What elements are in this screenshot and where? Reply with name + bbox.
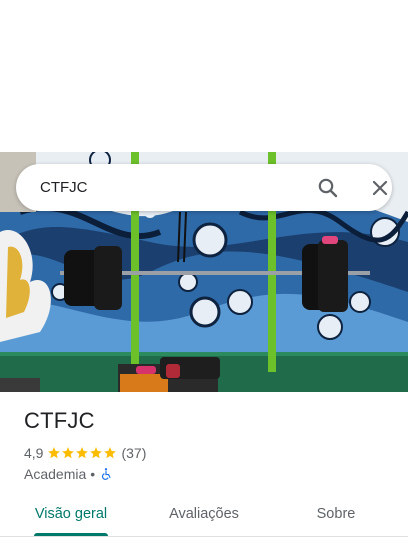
- star-icon: [62, 447, 75, 459]
- star-icon: [76, 447, 89, 459]
- tab-about[interactable]: Sobre: [312, 496, 360, 532]
- rating-value: 4,9: [24, 445, 44, 461]
- category-row: Academia •: [24, 465, 113, 483]
- wheelchair-accessible-icon: [102, 468, 111, 480]
- category-label: Academia: [24, 466, 87, 482]
- tab-overview[interactable]: Visão geral: [34, 496, 108, 532]
- star-rating: [47, 446, 117, 460]
- search-bar[interactable]: CTFJC: [16, 164, 392, 211]
- star-icon: [48, 447, 61, 459]
- star-icon: [104, 447, 117, 459]
- tabs-divider: [0, 536, 408, 537]
- rating-row[interactable]: 4,9 (37): [24, 444, 146, 462]
- place-tabs: Visão geral Avaliações Sobre: [0, 496, 408, 537]
- tab-reviews[interactable]: Avaliações: [164, 496, 244, 532]
- place-title: CTFJC: [24, 408, 95, 433]
- separator-dot: •: [90, 466, 96, 482]
- review-count: (37): [121, 445, 147, 461]
- search-input[interactable]: CTFJC: [40, 164, 88, 211]
- search-icon[interactable]: [316, 176, 340, 200]
- close-icon[interactable]: [368, 176, 392, 200]
- star-icon: [90, 447, 103, 459]
